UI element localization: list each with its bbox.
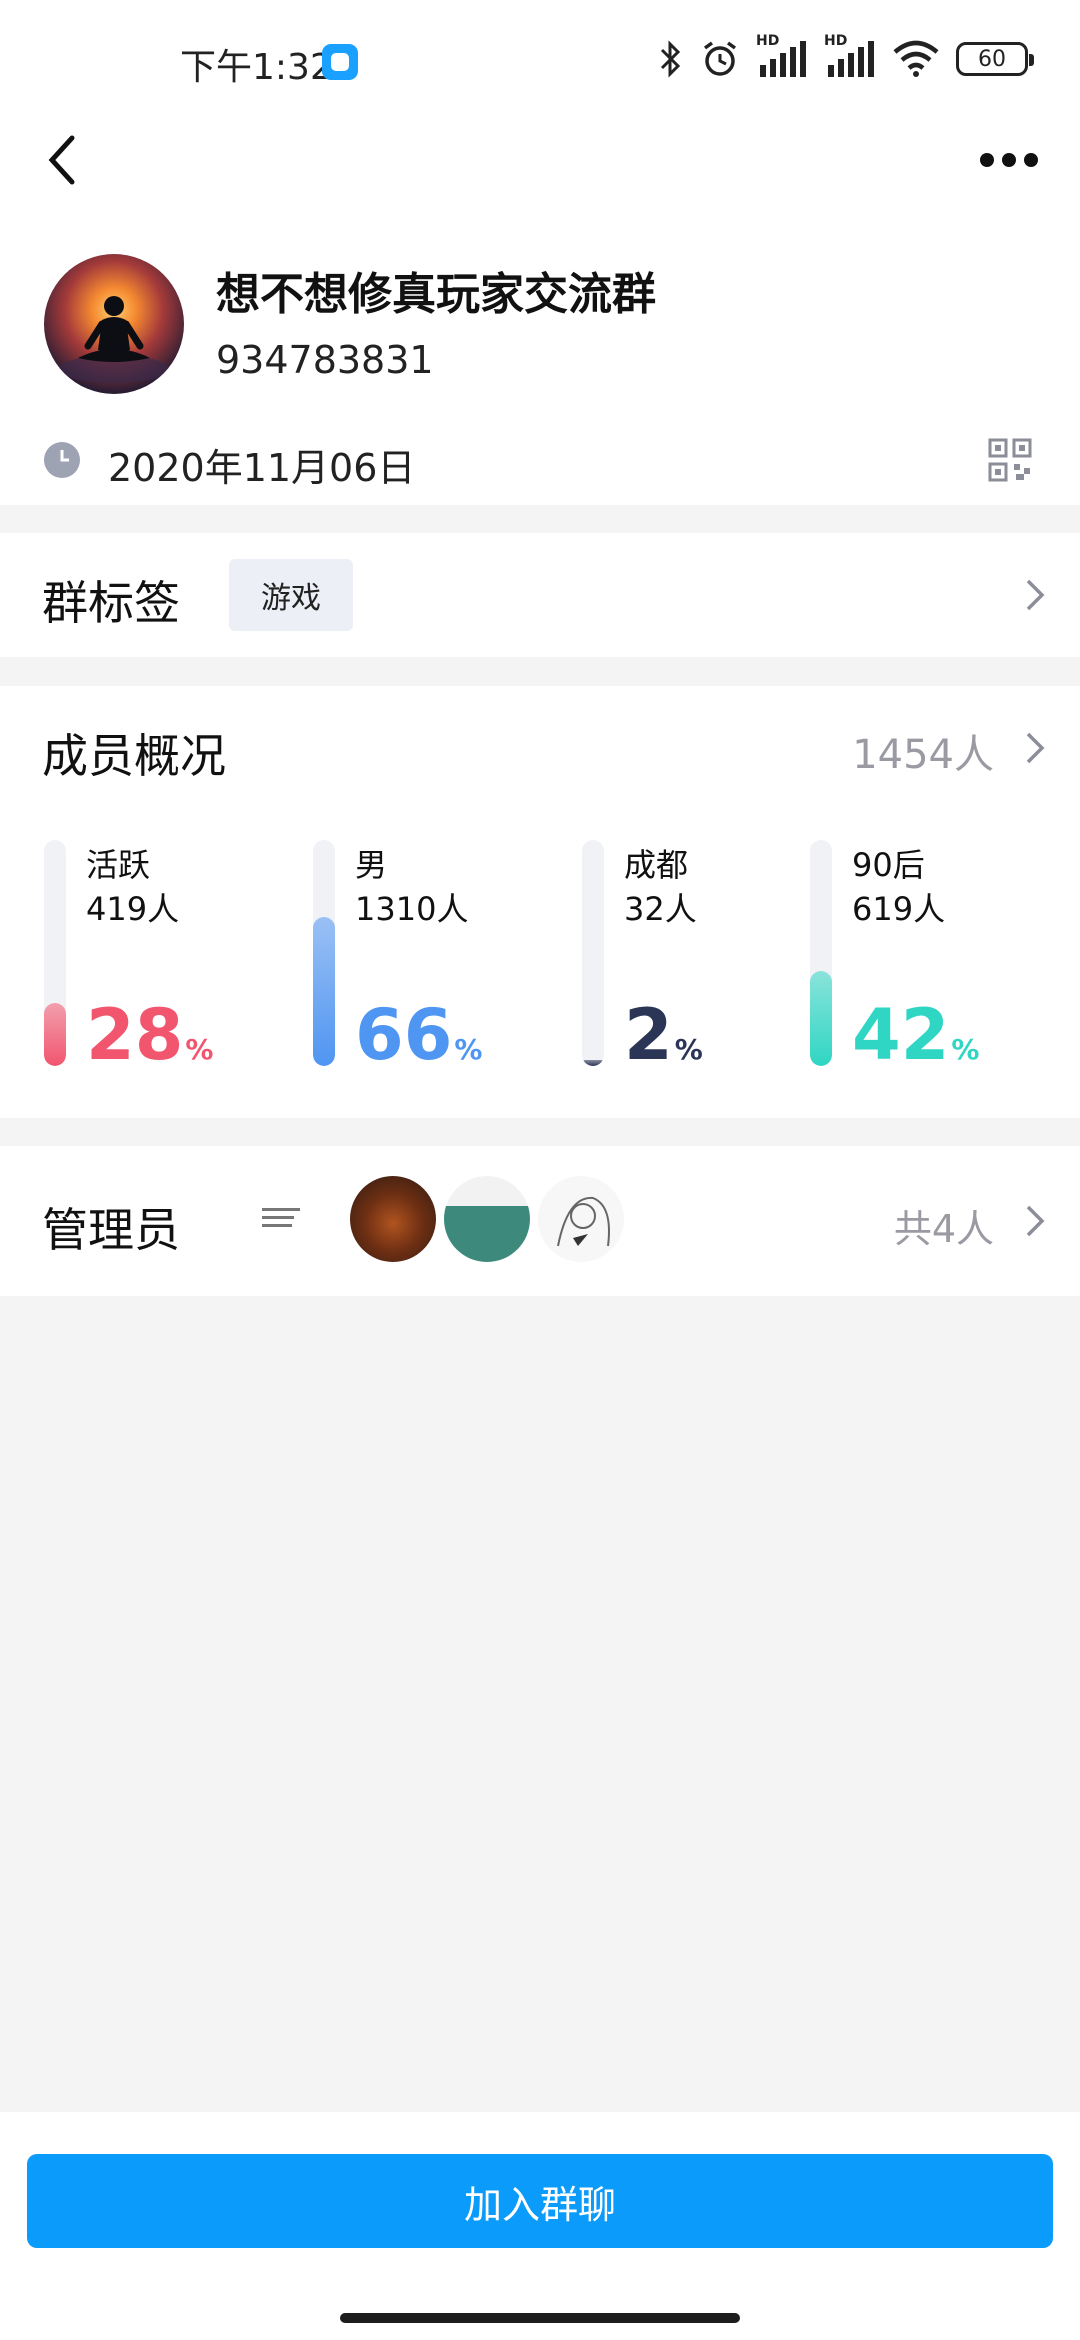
signal-icon-2: HD — [824, 33, 876, 79]
chevron-right-icon[interactable] — [1024, 577, 1046, 613]
stat-bar-fill — [810, 971, 832, 1066]
chevron-right-icon[interactable] — [1024, 1203, 1046, 1239]
created-date: 2020年11月06日 — [108, 446, 416, 490]
admin-avatar[interactable] — [444, 1176, 530, 1262]
stat-bar-track — [44, 840, 66, 1066]
stat-percent: 28% — [86, 994, 214, 1076]
join-group-button[interactable]: 加入群聊 — [27, 2154, 1053, 2248]
group-name: 想不想修真玩家交流群 — [216, 269, 656, 320]
status-time: 下午1:32 — [180, 47, 333, 88]
stat-count: 419人 — [86, 890, 180, 928]
status-icons: HD HD 60 — [658, 33, 1034, 82]
wifi-icon — [893, 40, 939, 77]
battery-icon: 60 — [956, 42, 1034, 76]
stat-male — [313, 840, 335, 1066]
stat-bar-fill — [313, 917, 335, 1066]
chevron-right-icon[interactable] — [1024, 730, 1046, 766]
signal-icon-1: HD — [756, 33, 808, 79]
tags-title: 群标签 — [42, 576, 180, 630]
stat-label: 男 — [355, 846, 388, 884]
stat-percent: 66% — [355, 994, 483, 1076]
battery-level: 60 — [978, 46, 1006, 72]
stat-label: 成都 — [624, 846, 689, 884]
stat-active — [44, 840, 66, 1066]
stat-bar-track — [810, 840, 832, 1066]
admins-title: 管理员 — [42, 1203, 180, 1257]
tag-chip: 游戏 — [229, 559, 353, 631]
admin-avatar[interactable] — [350, 1176, 436, 1262]
stat-city — [582, 840, 604, 1066]
qr-code-icon[interactable] — [988, 438, 1032, 482]
admin-avatar[interactable] — [538, 1176, 624, 1262]
stat-percent: 42% — [852, 994, 980, 1076]
bluetooth-icon — [660, 40, 681, 78]
members-title: 成员概况 — [42, 729, 226, 783]
stat-bar-fill — [582, 1060, 604, 1066]
stat-count: 619人 — [852, 890, 946, 928]
admin-total: 共4人 — [893, 1207, 994, 1251]
stat-age — [810, 840, 832, 1066]
stat-bar-track — [582, 840, 604, 1066]
stat-label: 活跃 — [86, 846, 151, 884]
stat-count: 32人 — [624, 890, 697, 928]
alarm-icon — [703, 41, 737, 76]
app-notification-icon — [322, 44, 358, 80]
meditation-figure-icon — [59, 296, 169, 383]
group-avatar[interactable] — [44, 254, 184, 394]
stat-bar-fill — [44, 1003, 66, 1066]
member-total[interactable]: 1454人 — [852, 722, 994, 780]
stat-percent: 2% — [624, 994, 703, 1076]
back-arrow-icon[interactable] — [40, 130, 84, 190]
admin-avatar-list — [256, 1176, 624, 1262]
stat-bar-track — [313, 840, 335, 1066]
stat-label: 90后 — [852, 846, 925, 884]
clock-icon — [44, 442, 80, 478]
more-options-icon[interactable] — [980, 140, 1040, 180]
group-id: 934783831 — [216, 338, 434, 382]
admin-avatar[interactable] — [256, 1176, 342, 1262]
home-indicator[interactable] — [340, 2313, 740, 2323]
stat-count: 1310人 — [355, 890, 469, 928]
